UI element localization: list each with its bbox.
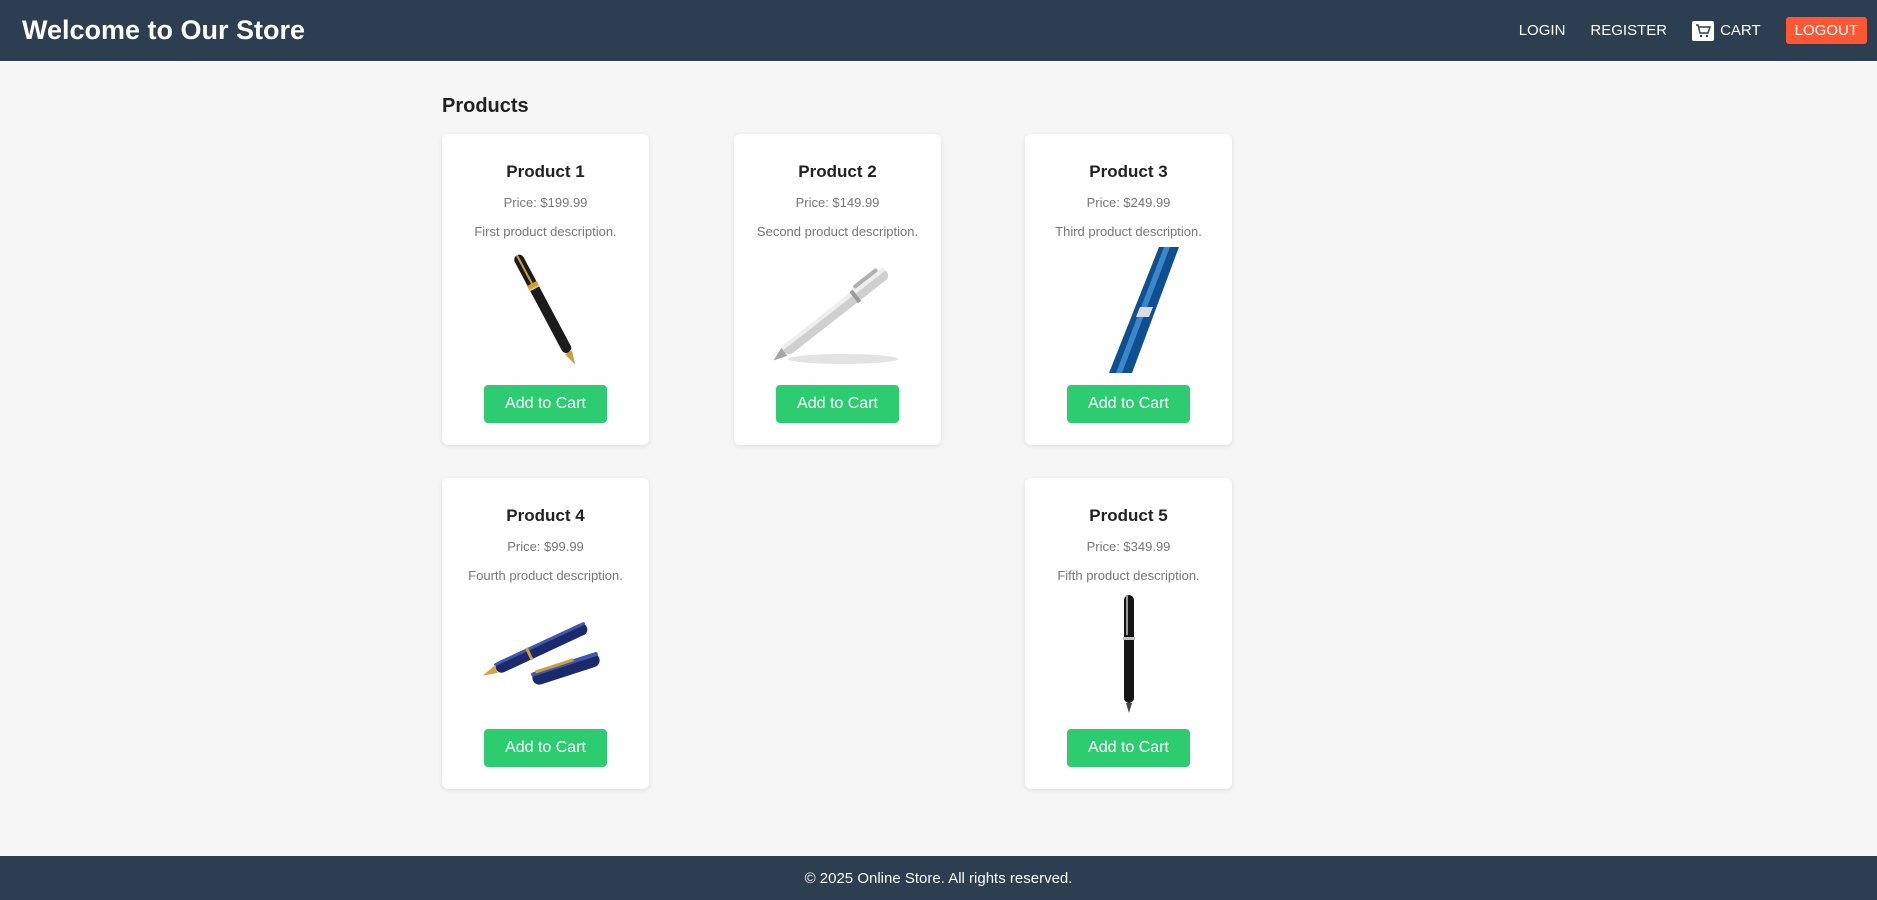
product-description: Fourth product description.: [468, 568, 623, 583]
product-name: Product 1: [506, 162, 585, 181]
site-title: Welcome to Our Store: [22, 15, 306, 45]
logout-button[interactable]: LOGOUT: [1785, 17, 1867, 44]
product-price: Price: $149.99: [795, 195, 880, 210]
product-name: Product 5: [1089, 506, 1168, 525]
product-name: Product 2: [798, 162, 877, 181]
login-link[interactable]: LOGIN: [1519, 22, 1566, 39]
product-description: First product description.: [474, 224, 617, 239]
product-price: Price: $249.99: [1086, 195, 1171, 210]
product-price: Price: $99.99: [507, 539, 584, 554]
product-price: Price: $199.99: [503, 195, 588, 210]
add-to-cart-button[interactable]: Add to Cart: [484, 729, 607, 767]
product-description: Fifth product description.: [1057, 568, 1200, 583]
cart-link-label: CART: [1720, 22, 1761, 39]
product-card: Product 3 Price: $249.99 Third product d…: [1025, 134, 1232, 445]
add-to-cart-button[interactable]: Add to Cart: [1067, 385, 1190, 423]
register-link[interactable]: REGISTER: [1590, 22, 1667, 39]
add-to-cart-button[interactable]: Add to Cart: [1067, 729, 1190, 767]
product-card: Product 2 Price: $149.99 Second product …: [734, 134, 941, 445]
copyright-text: © 2025 Online Store. All rights reserved…: [804, 869, 1073, 887]
add-to-cart-button[interactable]: Add to Cart: [484, 385, 607, 423]
product-image: [1054, 591, 1204, 717]
product-price: Price: $349.99: [1086, 539, 1171, 554]
products-heading: Products: [442, 95, 529, 117]
product-description: Second product description.: [756, 224, 919, 239]
product-image: [1054, 247, 1204, 373]
product-name: Product 3: [1089, 162, 1168, 181]
cart-link[interactable]: CART: [1692, 20, 1761, 41]
product-name: Product 4: [506, 506, 585, 525]
add-to-cart-button[interactable]: Add to Cart: [776, 385, 899, 423]
product-image: [763, 247, 913, 373]
product-card: Product 1 Price: $199.99 First product d…: [442, 134, 649, 445]
product-description: Third product description.: [1055, 224, 1202, 239]
shopping-cart-icon: [1692, 20, 1715, 41]
top-bar: Welcome to Our Store LOGIN REGISTER CART…: [0, 0, 1877, 61]
product-card: Product 5 Price: $349.99 Fifth product d…: [1025, 478, 1232, 789]
product-image: [471, 591, 621, 717]
main-nav: LOGIN REGISTER CART LOGOUT: [1494, 17, 1867, 44]
product-image: [471, 247, 621, 373]
footer: © 2025 Online Store. All rights reserved…: [0, 856, 1877, 900]
product-card: Product 4 Price: $99.99 Fourth product d…: [442, 478, 649, 789]
